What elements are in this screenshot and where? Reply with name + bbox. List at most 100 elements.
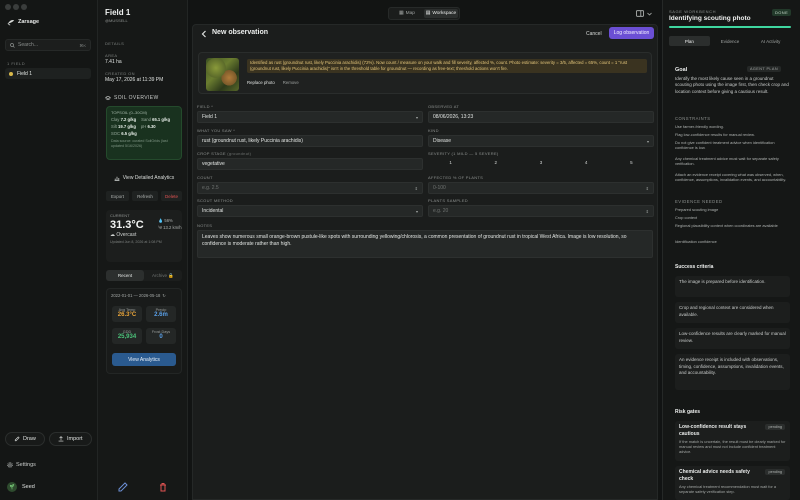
kind-label: KIND	[428, 128, 439, 133]
soc-value: 6.5 g/kg	[121, 131, 137, 136]
search-input[interactable]: Search... ⌘K	[5, 39, 91, 51]
delete-button[interactable]: Delete	[161, 191, 182, 201]
risk-gate-description: If the match is uncertain, the result mu…	[679, 439, 786, 455]
sampled-placeholder: e.g. 20	[433, 208, 449, 214]
remove-photo-button[interactable]: Remove	[283, 80, 299, 85]
stepper-icon[interactable]: ⇕	[646, 186, 649, 191]
observed-datetime-input[interactable]: 08/06/2026, 13:23	[428, 111, 654, 123]
evidence-item: Prepared scouting image	[675, 207, 719, 212]
tab-workspace[interactable]: ▤ Workspace	[424, 9, 458, 18]
cancel-button[interactable]: Cancel	[582, 28, 606, 39]
stepper-icon[interactable]: ⇕	[646, 209, 649, 214]
frost-value: 0	[159, 334, 163, 340]
severity-option-1[interactable]: 1	[449, 160, 452, 168]
tab-archive[interactable]: Archive 🔒	[144, 270, 182, 281]
view-detailed-analytics-button[interactable]: View Detailed Analytics	[106, 172, 182, 184]
tab-evidence[interactable]: Evidence	[710, 36, 751, 46]
scout-method-select[interactable]: Incidental ▾	[197, 205, 423, 217]
affected-input[interactable]: 0-100 ⇕	[428, 182, 654, 194]
draw-button[interactable]: Draw	[5, 432, 45, 446]
risk-gate-card: Chemical advice needs safety check pendi…	[675, 466, 790, 500]
field-label: FIELD *	[197, 104, 214, 109]
severity-option-3[interactable]: 3	[540, 160, 543, 168]
stepper-icon[interactable]: ⇕	[415, 186, 418, 191]
constraint-item: Attach an evidence receipt covering what…	[675, 172, 787, 183]
window-close-dot[interactable]	[5, 4, 11, 10]
success-criterion: Crop and regional context are considered…	[675, 302, 790, 323]
agent-plan-badge: AGENT PLAN	[747, 66, 781, 72]
severity-option-2[interactable]: 2	[495, 160, 498, 168]
clay-value: 7.2 g/kg	[120, 117, 137, 122]
map-label: Map	[405, 11, 415, 16]
export-button[interactable]: Export	[106, 191, 129, 201]
crop-stage-input[interactable]: vegetative	[197, 158, 423, 170]
refresh-button[interactable]: Refresh	[132, 191, 158, 201]
import-label: Import	[67, 436, 83, 442]
observed-label: OBSERVED AT	[428, 104, 460, 109]
ph-label: pH	[140, 124, 147, 129]
kind-select[interactable]: Disease ▾	[428, 135, 654, 147]
fields-header: 1 FIELD	[7, 61, 26, 66]
history-card: 2022-01-01 — 2026-05-18 ↻ Avg Temp 26.3°C …	[106, 288, 182, 374]
tab-map[interactable]: ▦ Map	[390, 9, 424, 18]
field-select-value: Field 1	[202, 114, 218, 120]
soil-depth: TOPSOIL (0–30CM)	[111, 110, 148, 115]
history-tabs: Recent Archive 🔒	[106, 270, 182, 281]
tab-plan[interactable]: Plan	[669, 36, 710, 46]
constraint-item: Any chemical treatment advice must wait …	[675, 156, 779, 167]
user-name: Seed	[22, 484, 35, 490]
sidebar-item-field-1[interactable]: Field 1	[5, 68, 91, 79]
progress-fill	[669, 26, 791, 28]
user-profile[interactable]: Seed	[7, 482, 35, 492]
evidence-item: Identification confidence	[675, 239, 717, 244]
window-minimize-dot[interactable]	[13, 4, 19, 10]
evidence-label: EVIDENCE NEEDED	[675, 199, 723, 204]
tab-recent[interactable]: Recent	[106, 270, 144, 281]
what-you-saw-input[interactable]: rust (groundnut rust, likely Puccinia ar…	[197, 135, 423, 147]
tab-ai-activity[interactable]: AI Activity	[750, 36, 791, 46]
what-label: WHAT YOU SAW *	[197, 128, 236, 133]
gdd-stat: GDD 25,934	[112, 328, 142, 344]
risk-gate-title: Chemical advice needs safety check	[679, 469, 750, 482]
ph-value: 6.30	[147, 124, 156, 129]
success-criterion: An evidence receipt is included with obs…	[675, 354, 790, 390]
success-criteria-heading: Success criteria	[675, 264, 714, 270]
risk-gate-status: pending	[765, 424, 785, 430]
affected-placeholder: 0-100	[433, 185, 446, 191]
risk-gate-title: Low-confidence result stays cautious	[679, 424, 747, 437]
severity-option-4[interactable]: 4	[585, 160, 588, 168]
search-shortcut: ⌘K	[79, 42, 86, 48]
goal-text: Identify the most likely cause seen in a…	[675, 76, 789, 94]
sampled-label: PLANTS SAMPLED	[428, 198, 468, 203]
field-select[interactable]: Field 1 ▾	[197, 111, 423, 123]
created-value: May 17, 2026 at 11:39 PM	[105, 77, 164, 83]
back-arrow-icon[interactable]	[199, 29, 209, 39]
method-label: SCOUT METHOD	[197, 198, 233, 203]
upload-icon	[58, 436, 64, 442]
settings-link[interactable]: Settings	[7, 462, 36, 468]
notes-textarea[interactable]: Leaves show numerous small orange-brown …	[197, 230, 653, 258]
chevron-down-icon[interactable]	[647, 12, 652, 16]
field-owner: @MUSSELL	[105, 18, 128, 23]
trash-icon[interactable]	[158, 482, 168, 492]
refresh-icon[interactable]: ↻	[162, 293, 166, 298]
window-maximize-dot[interactable]	[21, 4, 27, 10]
search-placeholder: Search...	[18, 42, 39, 48]
evidence-item: Crop context	[675, 215, 698, 220]
humidity-value: 56%	[164, 218, 173, 223]
silt-label: Silt	[111, 124, 117, 129]
silt-value: 19.7 g/kg	[118, 124, 136, 129]
import-button[interactable]: Import	[49, 432, 92, 446]
count-input[interactable]: e.g. 2.5 ⇕	[197, 182, 423, 194]
sidebar-toggle-icon[interactable]	[636, 10, 644, 17]
workspace-label: Workspace	[432, 11, 457, 16]
replace-photo-button[interactable]: Replace photo	[247, 80, 275, 85]
view-analytics-button[interactable]: View Analytics	[112, 353, 176, 366]
gdd-value: 25,934	[117, 334, 137, 340]
workbench-tabs: Plan Evidence AI Activity	[669, 36, 791, 46]
plants-sampled-input[interactable]: e.g. 20 ⇕	[428, 205, 654, 217]
search-icon	[10, 42, 15, 48]
severity-option-5[interactable]: 5	[630, 160, 633, 168]
edit-icon[interactable]	[118, 482, 128, 492]
log-observation-button[interactable]: Log observation	[609, 27, 654, 39]
